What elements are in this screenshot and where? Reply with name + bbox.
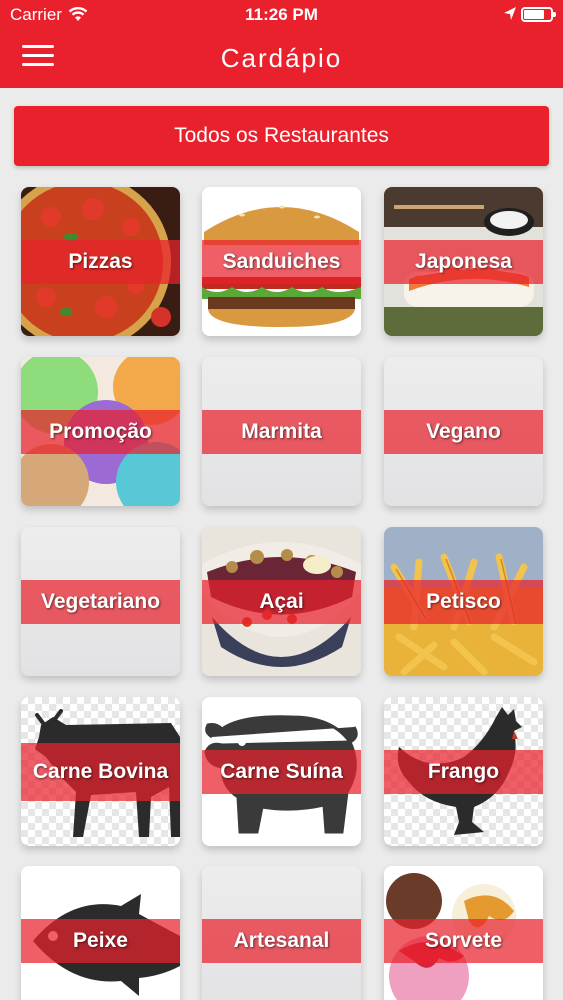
- category-tile-acai[interactable]: Açai: [202, 527, 361, 676]
- category-label: Promoção: [49, 420, 152, 443]
- category-tile-carne-bovina[interactable]: Carne Bovina: [21, 697, 180, 846]
- category-label: Carne Bovina: [32, 760, 169, 783]
- category-tile-japonesa[interactable]: Japonesa: [384, 187, 543, 336]
- category-label: Frango: [427, 760, 500, 783]
- category-grid: Pizzas Sanduiches Japonesa Promoção Marm…: [0, 0, 563, 1000]
- category-tile-peixe[interactable]: Peixe: [21, 866, 180, 1000]
- category-label: Sorvete: [424, 929, 503, 952]
- category-tile-sanduiches[interactable]: Sanduiches: [202, 187, 361, 336]
- category-label: Petisco: [426, 590, 501, 613]
- category-label: Peixe: [73, 929, 128, 952]
- category-tile-carne-suina[interactable]: Carne Suína: [202, 697, 361, 846]
- category-label: Sanduiches: [222, 250, 341, 273]
- category-tile-marmita[interactable]: Marmita: [202, 357, 361, 506]
- category-tile-artesanal[interactable]: Artesanal: [202, 866, 361, 1000]
- category-tile-frango[interactable]: Frango: [384, 697, 543, 846]
- category-tile-vegano[interactable]: Vegano: [384, 357, 543, 506]
- category-label: Vegetariano: [40, 590, 161, 613]
- category-tile-petisco[interactable]: Petisco: [384, 527, 543, 676]
- category-label: Artesanal: [233, 929, 330, 952]
- category-tile-sorvete[interactable]: Sorvete: [384, 866, 543, 1000]
- category-tile-promocao[interactable]: Promoção: [21, 357, 180, 506]
- category-label: Japonesa: [415, 250, 512, 273]
- category-label: Pizzas: [68, 250, 133, 273]
- category-label: Vegano: [426, 420, 501, 443]
- category-label: Marmita: [241, 420, 322, 443]
- category-tile-pizzas[interactable]: Pizzas: [21, 187, 180, 336]
- category-label: Açai: [259, 590, 304, 613]
- category-tile-vegetariano[interactable]: Vegetariano: [21, 527, 180, 676]
- category-label: Carne Suína: [220, 760, 343, 783]
